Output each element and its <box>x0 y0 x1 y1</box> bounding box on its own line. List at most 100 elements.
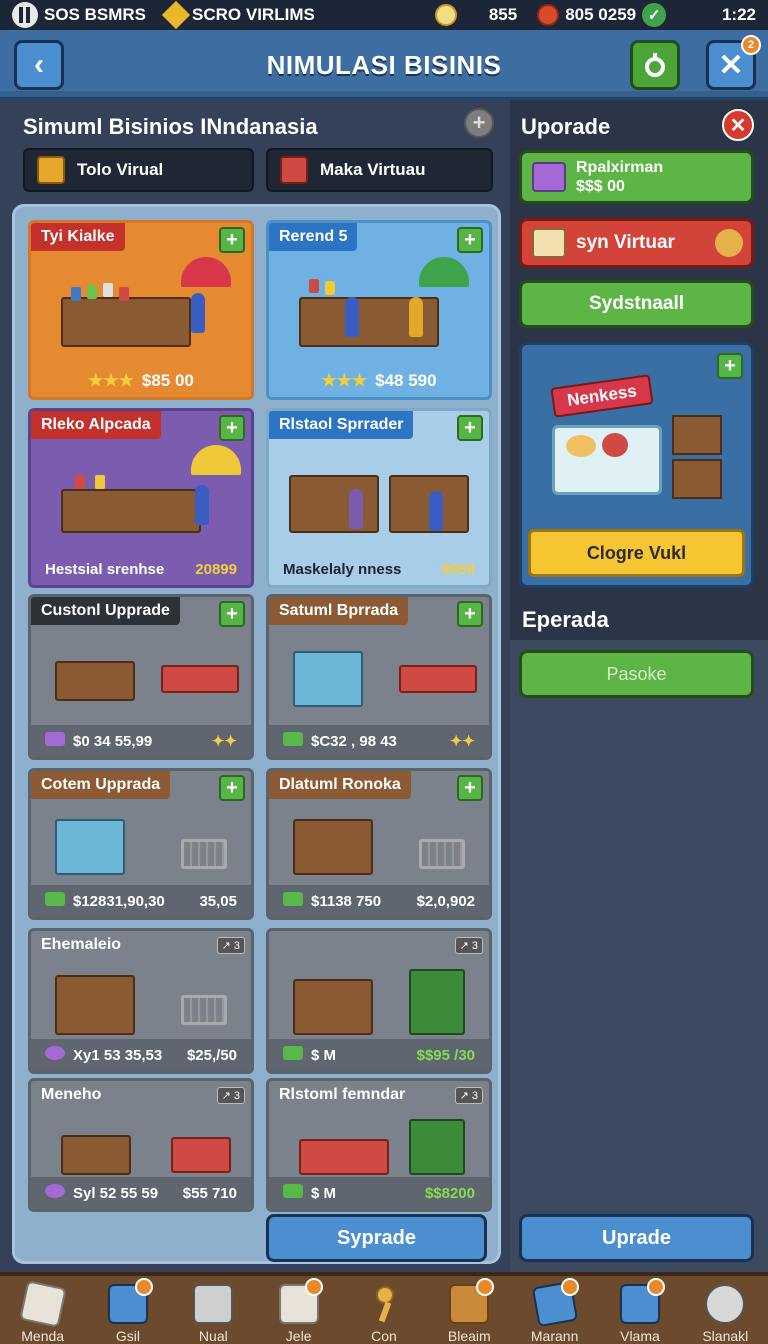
pasoke-button[interactable]: Pasoke <box>519 650 754 698</box>
upgrade-card[interactable]: Custonl Upprade + $0 34 55,99 ✦✦ <box>28 594 254 760</box>
plus-icon: + <box>226 416 238 439</box>
card-subtitle: Hestsial srenhse <box>45 560 165 578</box>
business-card[interactable]: Rerend 5 + ★★★ $48 590 <box>266 220 492 400</box>
status-app1-label: SOS BSMRS <box>44 5 147 24</box>
upgrade-panel-heading: Uporade <box>521 114 611 139</box>
card-title: Rlstoml femndar <box>279 1086 406 1103</box>
card-add-button[interactable]: + <box>219 601 245 627</box>
status-app2-label: SCRO VIRLIMS <box>192 5 315 24</box>
nav-item-jele[interactable]: Jele <box>256 1276 341 1344</box>
card-title: Rleko Alpcada <box>31 411 161 439</box>
hand-icon <box>715 229 743 257</box>
nav-item-marann[interactable]: Marann <box>512 1276 597 1344</box>
upgrade-card[interactable]: Rlstoml femndar ↗ 3 $ M $$8200 <box>266 1078 492 1212</box>
virtual-option-button[interactable]: syn Virtuar <box>519 218 754 268</box>
nav-item-bleaim[interactable]: Bleaim <box>427 1276 512 1344</box>
stall-illustration <box>279 1115 479 1181</box>
cash-icon <box>45 892 65 906</box>
app-logo-icon <box>12 2 38 28</box>
notification-badge <box>646 1278 665 1296</box>
card-add-button[interactable]: + <box>219 227 245 253</box>
featured-item-card: + Nenkess Clogre Vukl <box>519 342 754 588</box>
close-button[interactable]: ✕ 2 <box>706 35 761 90</box>
add-business-button[interactable]: + <box>464 108 494 138</box>
card-value: 9959 <box>441 560 475 578</box>
nav-label: Con <box>371 1328 397 1344</box>
upgrade-card[interactable]: ↗ 3 $ M $$95 /30 <box>266 928 492 1074</box>
card-value: $55 710 <box>182 1184 237 1202</box>
card-footer: Hestsial srenhse 20899 <box>31 553 251 585</box>
card-subtitle: Maskelaly nness <box>283 560 402 578</box>
card-footer: $0 34 55,99 ✦✦ <box>31 725 251 757</box>
section-heading: Eperada <box>510 600 768 640</box>
card-price: $0 34 55,99 <box>73 733 153 750</box>
syprade-button[interactable]: Syprade <box>266 1214 487 1262</box>
card-price: $ M <box>311 1047 337 1064</box>
business-grid: Tyi Kialke + ★★★ $85 00 Rerend 5 + ★★★ $… <box>12 204 501 1264</box>
card-title: Tyi Kialke <box>31 223 125 251</box>
upgrade-card[interactable]: Dlatuml Ronoka + $1138 750 $2,0,902 <box>266 768 492 920</box>
dice-icon <box>18 1280 67 1328</box>
card-add-button[interactable]: + <box>457 415 483 441</box>
card-price: Xy1 53 35,53 <box>73 1047 163 1064</box>
clogre-vukl-button[interactable]: Clogre Vukl <box>528 529 745 577</box>
close-panel-button[interactable]: ✕ <box>722 109 754 141</box>
business-card[interactable]: Rlstaol Sprrader + Maskelaly nness 9959 <box>266 408 492 588</box>
card-title: Rerend 5 <box>269 223 358 251</box>
nav-label: Marann <box>530 1328 579 1344</box>
plus-icon: + <box>472 110 486 135</box>
nav-item-vlama[interactable]: Vlama <box>597 1276 682 1344</box>
card-add-button[interactable]: + <box>219 775 245 801</box>
gem-icon <box>161 0 191 30</box>
upgrade-card[interactable]: Ehemaleio ↗ 3 Xy1 53 35,53 $25,/50 <box>28 928 254 1074</box>
category-maka-virtuau[interactable]: Maka Virtuau <box>266 148 493 192</box>
uprade-button[interactable]: Uprade <box>519 1214 754 1262</box>
option-price: $$$ 00 <box>576 178 625 195</box>
card-title: Meneho <box>41 1086 102 1103</box>
upgrade-panel: Uporade ✕ Rpalxirman $$$ 00 syn Virtuar … <box>510 100 768 1272</box>
card-value: $25,/50 <box>186 1046 237 1064</box>
business-panel: Simuml Bisinios INndanasia + Tolo Virual… <box>0 100 510 1272</box>
nav-label: Slanakl <box>702 1328 749 1344</box>
cash-icon <box>283 892 303 906</box>
card-title: Custonl Upprade <box>31 597 180 625</box>
card-add-button[interactable]: + <box>457 601 483 627</box>
nav-label: Nual <box>198 1328 228 1344</box>
gem-icon <box>45 1184 65 1198</box>
card-value: $$8200 <box>424 1184 475 1202</box>
card-add-button[interactable]: + <box>457 227 483 253</box>
upgrade-card[interactable]: Satuml Bprrada + $C32 , 98 43 ✦✦ <box>266 594 492 760</box>
key-icon <box>364 1284 404 1324</box>
search-button[interactable] <box>630 40 680 90</box>
nav-item-nual[interactable]: Nual <box>171 1276 256 1344</box>
card-footer: $ M $$95 /30 <box>269 1039 489 1071</box>
business-card[interactable]: Tyi Kialke + ★★★ $85 00 <box>28 220 254 400</box>
plus-icon: + <box>464 228 476 251</box>
plus-icon: + <box>464 776 476 799</box>
card-title <box>269 931 289 959</box>
stand-sign: Nenkess <box>550 374 654 418</box>
business-card[interactable]: Rleko Alpcada + Hestsial srenhse 20899 <box>28 408 254 588</box>
search-icon <box>645 53 665 77</box>
card-footer: ★★★ $85 00 <box>31 365 251 397</box>
plus-icon: + <box>464 416 476 439</box>
upgrade-card[interactable]: Cotem Upprada + $12831,90,30 35,05 <box>28 768 254 920</box>
card-add-button[interactable]: + <box>219 415 245 441</box>
nav-item-slanakl[interactable]: Slanakl <box>683 1276 768 1344</box>
sydstnaall-button[interactable]: Sydstnaall <box>519 280 754 328</box>
check-icon: ✓ <box>642 3 667 27</box>
coin-icon <box>434 4 457 26</box>
shelf-illustration <box>279 965 479 1041</box>
card-add-button[interactable]: + <box>457 775 483 801</box>
status-app2: SCRO VIRLIMS <box>161 0 315 30</box>
plus-icon: + <box>226 776 238 799</box>
nav-item-con[interactable]: Con <box>341 1276 426 1344</box>
nav-label: Menda <box>21 1328 65 1344</box>
upgrade-option-button[interactable]: Rpalxirman $$$ 00 <box>519 150 754 204</box>
nav-item-gsil[interactable]: Gsil <box>85 1276 170 1344</box>
upgrade-card[interactable]: Meneho ↗ 3 Syl 52 55 59 $55 710 <box>28 1078 254 1212</box>
category-tolo-virual[interactable]: Tolo Virual <box>23 148 254 192</box>
cart-illustration <box>279 631 479 717</box>
notification-badge <box>475 1278 494 1296</box>
nav-item-menda[interactable]: Menda <box>0 1276 85 1344</box>
